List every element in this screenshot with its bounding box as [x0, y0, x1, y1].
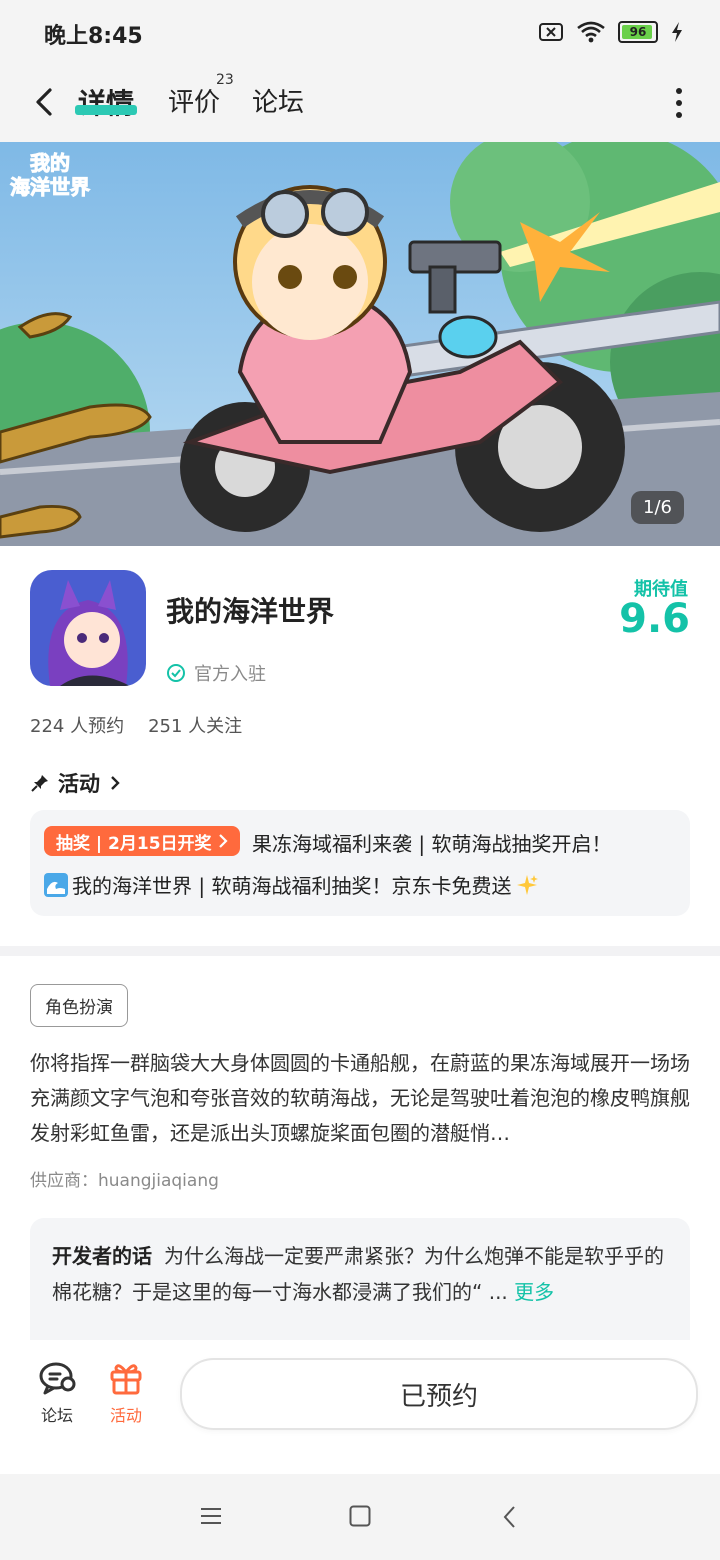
app-icon [30, 570, 146, 686]
tab-details[interactable]: 详情 [78, 82, 134, 122]
forum-chat-icon [39, 1362, 76, 1395]
activity-subline-text: 我的海洋世界 | 软萌海战福利抽奖！京东卡免费送 [72, 874, 512, 898]
gift-icon [110, 1364, 142, 1395]
game-logo-line1: 我的 [30, 151, 70, 175]
reserved-button[interactable]: 已预约 [180, 1358, 698, 1430]
activity-headline[interactable]: 果冻海域福利来袭 | 软萌海战抽奖开启！ [252, 828, 611, 857]
sparkles-icon [517, 874, 539, 895]
official-label: 官方入驻 [194, 664, 266, 685]
chevron-right-icon [218, 834, 228, 848]
forum-action[interactable]: 论坛 [27, 1360, 87, 1426]
wave-icon [44, 872, 68, 897]
battery-icon: 96 [618, 21, 658, 43]
status-bar: 晚上8:45 96 [0, 0, 720, 68]
menu-nav-icon[interactable] [200, 1506, 222, 1526]
banner-image: 我的 海洋世界 [0, 142, 720, 546]
battery-level: 96 [629, 25, 647, 39]
back-icon[interactable] [28, 84, 64, 120]
follower-count: 251 人关注 [148, 716, 243, 737]
active-tab-indicator [75, 105, 137, 115]
developer-note-more-link[interactable]: 更多 [514, 1280, 554, 1304]
genre-tag[interactable]: 角色扮演 [30, 984, 128, 1027]
pin-icon [31, 775, 48, 792]
activity-subline[interactable]: 我的海洋世界 | 软萌海战福利抽奖！京东卡免费送 [44, 870, 539, 899]
forum-action-label: 论坛 [40, 1406, 73, 1425]
verified-check-icon [167, 664, 185, 682]
charging-icon [672, 22, 682, 42]
official-badge: 官方入驻 [166, 660, 266, 686]
lottery-tag-label: 抽奖 | 2月15日开奖 [56, 833, 212, 854]
developer-note-label: 开发者的话 [52, 1244, 152, 1268]
activity-card[interactable]: 抽奖 | 2月15日开奖 果冻海域福利来袭 | 软萌海战抽奖开启！ 我的海洋世界… [30, 810, 690, 916]
activity-section-header[interactable]: 活动 [30, 768, 122, 798]
chevron-right-icon [111, 776, 120, 790]
activity-action-label: 活动 [109, 1406, 142, 1425]
game-description[interactable]: 你将指挥一群脑袋大大身体圆圆的卡通船舰，在蔚蓝的果冻海域展开一场场充满颜文字气泡… [30, 1046, 690, 1151]
status-icons: 96 [538, 20, 684, 44]
developer-note: 开发者的话 为什么海战一定要严肃紧张？为什么炮弹不能是软乎乎的棉花糖？于是这里的每… [52, 1238, 672, 1310]
game-logo-line2: 海洋世界 [10, 175, 90, 199]
sim-off-icon [539, 23, 563, 41]
activity-action[interactable]: 活动 [96, 1360, 156, 1426]
lottery-tag[interactable]: 抽奖 | 2月15日开奖 [44, 826, 240, 856]
carousel-page-indicator: 1/6 [631, 491, 684, 524]
expectation-score: 9.6 [619, 596, 690, 642]
system-nav-bar [0, 1474, 720, 1560]
more-options-icon[interactable] [676, 88, 684, 120]
section-divider [0, 946, 720, 956]
wifi-icon [577, 21, 605, 43]
reviews-count-badge: 23 [216, 72, 234, 88]
app-name: 我的海洋世界 [166, 595, 335, 628]
tab-reviews[interactable]: 评价 [168, 82, 220, 119]
activity-section-title: 活动 [58, 772, 100, 796]
back-nav-icon[interactable] [502, 1505, 518, 1529]
supplier-info: 供应商：huangjiaqiang [30, 1171, 219, 1191]
home-nav-icon[interactable] [349, 1505, 371, 1527]
screenshot-carousel[interactable]: 我的 海洋世界 1/6 [0, 142, 720, 546]
status-time: 晚上8:45 [44, 24, 143, 49]
reservation-count: 224 人预约 [30, 716, 125, 737]
app-stats: 224 人预约 251 人关注 [30, 712, 242, 738]
tab-forum[interactable]: 论坛 [252, 82, 304, 119]
